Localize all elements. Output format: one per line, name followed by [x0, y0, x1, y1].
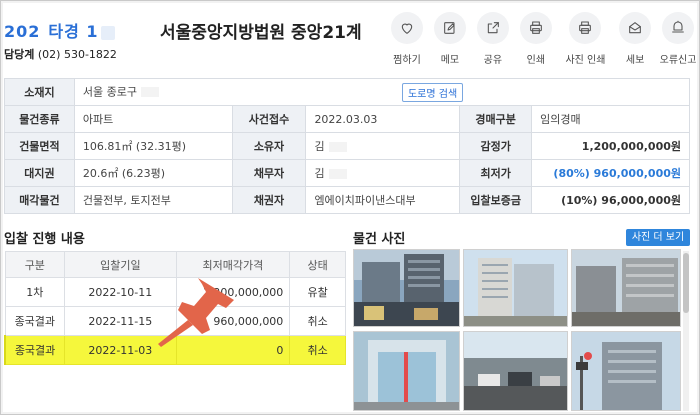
bid-round: 종국결과	[4, 306, 66, 336]
creditor-label: 채권자	[231, 186, 307, 214]
deposit-value: (10%) 96,000,000원	[531, 186, 690, 214]
property-photo-6[interactable]	[571, 331, 681, 411]
area-value: 106.81㎡ (32.31평)	[73, 132, 233, 160]
bid-date: 2022-11-15	[64, 306, 177, 336]
photo-print-button[interactable]: 사진 인쇄	[558, 12, 613, 66]
printer-icon	[519, 12, 552, 44]
report-error-label: 오류신고	[659, 55, 697, 66]
location-label: 소재지	[4, 78, 75, 106]
col-min-price: 최저매각가격	[175, 251, 291, 278]
property-photo-5[interactable]	[463, 331, 568, 411]
table-row-highlighted: 종국결과 2022-11-03 0 취소	[4, 335, 346, 365]
location-value: 서울 종로구	[82, 85, 137, 98]
area-label: 건물면적	[4, 132, 75, 160]
land-value: 20.6㎡ (6.23평)	[73, 159, 233, 187]
auction-type-value: 임의경매	[531, 105, 690, 133]
bid-date: 2022-10-11	[64, 277, 177, 307]
bid-price: 0	[175, 335, 291, 365]
print-button[interactable]: 인쇄	[515, 12, 557, 66]
owner-cell: 김	[305, 132, 461, 160]
creditor-value: 엠에이치파이낸스대부	[305, 186, 461, 214]
minimum-value: (80%) 960,000,000원	[531, 159, 690, 187]
share-button[interactable]: 공유	[472, 12, 514, 66]
photo-section-title: 물건 사진	[353, 232, 406, 247]
type-value: 아파트	[73, 105, 233, 133]
auction-type-label: 경매구분	[459, 105, 533, 133]
filed-label: 사건접수	[231, 105, 307, 133]
report-error-button[interactable]: 오류신고	[657, 12, 699, 66]
printer-icon	[569, 12, 602, 44]
print-label: 인쇄	[526, 55, 546, 66]
info-row-area: 건물면적 106.81㎡ (32.31평) 소유자 김 감정가 1,200,00…	[4, 132, 690, 160]
filed-value: 2022.03.03	[305, 105, 461, 133]
favorite-label: 찜하기	[393, 55, 421, 66]
debtor-cell: 김	[305, 159, 461, 187]
appraisal-value: 1,200,000,000원	[531, 132, 690, 160]
property-info-table: 소재지 서울 종로구 도로명 검색 물건종류 아파트 사건접수 2022.03.…	[4, 78, 691, 214]
scrollbar-thumb[interactable]	[683, 253, 689, 313]
bid-price: 1,200,000,000	[175, 277, 291, 307]
owner-value: 김	[314, 140, 325, 153]
debtor-label: 채무자	[231, 159, 307, 187]
bid-history-table: 구분 입찰기일 최저매각가격 상태 1차 2022-10-11 1,200,00…	[4, 251, 346, 365]
col-round: 구분	[4, 251, 66, 278]
col-status: 상태	[289, 251, 346, 278]
property-photo-4[interactable]	[353, 331, 460, 411]
bid-round: 1차	[4, 277, 66, 307]
info-row-location: 소재지 서울 종로구 도로명 검색	[4, 78, 691, 106]
case-id: 타경 1	[48, 22, 99, 41]
share-label: 공유	[483, 55, 503, 66]
court-title: 서울중앙지방법원 중앙21계	[160, 23, 362, 43]
location-cell: 서울 종로구 도로명 검색	[73, 78, 691, 106]
bid-history-title: 입찰 진행 내용	[4, 232, 85, 247]
type-label: 물건종류	[4, 105, 75, 133]
case-year: 202	[4, 22, 41, 41]
heart-icon	[390, 12, 423, 44]
contact-phone: (02) 530-1822	[37, 48, 117, 61]
bid-status: 유찰	[289, 277, 346, 307]
photo-scrollbar[interactable]	[683, 251, 689, 411]
send-label: 세보	[625, 55, 645, 66]
bid-round: 종국결과	[4, 335, 66, 365]
land-label: 대지권	[4, 159, 75, 187]
property-photo-2[interactable]	[463, 249, 568, 327]
info-row-sale: 매각물건 건물전부, 토지전부 채권자 엠에이치파이낸스대부 입찰보증금 (10…	[4, 186, 690, 214]
action-toolbar: 찜하기 메모 공유 인쇄 사진 인쇄 세보 오류신고	[386, 12, 700, 66]
property-photo-3[interactable]	[571, 249, 681, 327]
contact-label: 담당계	[4, 48, 35, 61]
contact-info: 담당계 (02) 530-1822	[4, 46, 117, 62]
sale-label: 매각물건	[4, 186, 75, 214]
photo-print-label: 사진 인쇄	[565, 55, 606, 66]
info-row-land: 대지권 20.6㎡ (6.23평) 채무자 김 최저가 (80%) 960,00…	[4, 159, 690, 187]
memo-button[interactable]: 메모	[429, 12, 471, 66]
share-icon	[476, 12, 509, 44]
minimum-label: 최저가	[459, 159, 533, 187]
col-date: 입찰기일	[64, 251, 177, 278]
case-number: 202 타경 1	[4, 18, 115, 42]
alert-icon	[662, 12, 695, 44]
send-button[interactable]: 세보	[614, 12, 656, 66]
bid-price: 960,000,000	[175, 306, 291, 336]
debtor-value: 김	[314, 167, 325, 180]
bid-status: 취소	[289, 335, 346, 365]
bid-status: 취소	[289, 306, 346, 336]
owner-label: 소유자	[231, 132, 307, 160]
mail-icon	[619, 12, 652, 44]
table-row: 1차 2022-10-11 1,200,000,000 유찰	[4, 277, 346, 307]
memo-label: 메모	[440, 55, 460, 66]
appraisal-label: 감정가	[459, 132, 533, 160]
property-photo-1[interactable]	[353, 249, 460, 327]
bid-header-row: 구분 입찰기일 최저매각가격 상태	[4, 251, 346, 278]
bid-date: 2022-11-03	[64, 335, 177, 365]
info-row-type: 물건종류 아파트 사건접수 2022.03.03 경매구분 임의경매	[4, 105, 690, 133]
table-row: 종국결과 2022-11-15 960,000,000 취소	[4, 306, 346, 336]
favorite-button[interactable]: 찜하기	[386, 12, 428, 66]
road-search-button[interactable]: 도로명 검색	[401, 82, 464, 102]
sale-value: 건물전부, 토지전부	[73, 186, 233, 214]
edit-icon	[433, 12, 466, 44]
more-photos-button[interactable]: 사진 더 보기	[626, 229, 690, 246]
deposit-label: 입찰보증금	[459, 186, 533, 214]
